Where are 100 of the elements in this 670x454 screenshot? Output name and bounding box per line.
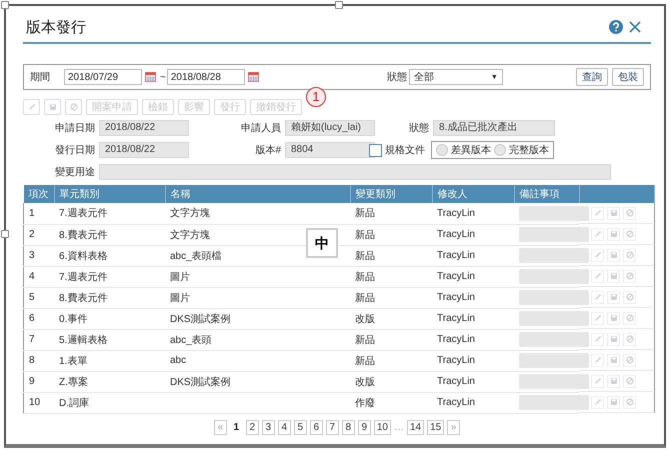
- save-icon: [610, 209, 618, 217]
- remark-field[interactable]: [519, 206, 589, 221]
- page-button[interactable]: 3: [262, 420, 275, 434]
- pencil-icon: [594, 335, 602, 343]
- table-cell: TracyLin: [432, 245, 514, 266]
- date-field[interactable]: 2018/08/28: [166, 69, 245, 85]
- save-button[interactable]: [607, 312, 620, 324]
- remark-field[interactable]: [519, 353, 589, 368]
- status-field[interactable]: 8.成品已批次產出: [433, 120, 555, 136]
- table-cell: 文字方塊: [165, 203, 350, 224]
- save-button[interactable]: [607, 396, 620, 408]
- page-button[interactable]: 5: [294, 420, 307, 434]
- save-button[interactable]: [607, 228, 620, 240]
- spec-doc-checkbox[interactable]: [369, 144, 382, 156]
- table-cell: 新品: [350, 350, 432, 371]
- resize-handle[interactable]: [1, 1, 9, 9]
- resize-handle[interactable]: [335, 1, 343, 9]
- save-button[interactable]: [607, 206, 620, 220]
- field-label: 版本#: [254, 144, 281, 157]
- pencil-button[interactable]: [591, 354, 604, 366]
- ban-button[interactable]: [623, 206, 636, 220]
- page-button[interactable]: 10: [374, 420, 391, 434]
- save-button[interactable]: [607, 354, 620, 366]
- ban-button[interactable]: [623, 248, 636, 262]
- version-field[interactable]: 8804: [285, 142, 375, 158]
- ban-button[interactable]: [623, 374, 636, 388]
- ban-button[interactable]: [623, 332, 636, 346]
- table-cell: 1.表單: [54, 350, 165, 371]
- pagination-ellipsis: …: [394, 422, 404, 432]
- save-icon: [48, 103, 56, 111]
- table-cell: 新品: [350, 266, 432, 287]
- page-button[interactable]: 8: [342, 420, 355, 434]
- pencil-button[interactable]: [591, 206, 604, 220]
- calendar-icon[interactable]: [145, 72, 156, 82]
- ban-button[interactable]: [623, 228, 636, 240]
- save-button[interactable]: [607, 332, 620, 346]
- ban-button[interactable]: [623, 354, 636, 366]
- pencil-button[interactable]: [591, 396, 604, 408]
- pencil-icon: [594, 398, 602, 406]
- remark-field[interactable]: [519, 395, 589, 410]
- table-cell: 8: [24, 350, 54, 371]
- remark-field[interactable]: [519, 269, 589, 284]
- page-button[interactable]: 7: [326, 420, 339, 434]
- page-button[interactable]: 14: [406, 420, 424, 434]
- remark-field[interactable]: [519, 374, 589, 389]
- ban-icon: [626, 398, 634, 406]
- ban-icon: [626, 293, 634, 301]
- ban-icon: [626, 272, 634, 280]
- pencil-button[interactable]: [591, 332, 604, 346]
- range-separator: ~: [160, 72, 166, 82]
- remark-field[interactable]: [519, 311, 589, 326]
- pencil-button[interactable]: [591, 290, 604, 304]
- table-cell: abc: [165, 350, 350, 371]
- resize-handle[interactable]: [1, 230, 9, 238]
- table-cell: TracyLin: [432, 203, 514, 224]
- ban-button[interactable]: [623, 290, 636, 304]
- pencil-button[interactable]: [591, 374, 604, 388]
- save-button[interactable]: [607, 290, 620, 304]
- radio-button[interactable]: [436, 144, 448, 156]
- table-cell: 8.費表元件: [54, 224, 165, 245]
- page-button[interactable]: 2: [246, 420, 259, 434]
- ban-button[interactable]: [623, 396, 636, 408]
- remark-field[interactable]: [519, 290, 589, 305]
- applicant-field[interactable]: 賴妍如(lucy_lai): [285, 120, 375, 136]
- table-cell: TracyLin: [432, 287, 514, 308]
- save-button[interactable]: [607, 248, 620, 262]
- ban-button[interactable]: [623, 270, 636, 282]
- table-cell: TracyLin: [432, 350, 514, 371]
- table-cell: 0.事件: [54, 308, 165, 329]
- save-button[interactable]: [607, 374, 620, 388]
- calendar-icon[interactable]: [248, 72, 259, 82]
- close-icon[interactable]: [629, 21, 641, 33]
- pencil-button[interactable]: [591, 248, 604, 262]
- pencil-button[interactable]: [591, 228, 604, 240]
- save-icon: [610, 314, 618, 322]
- page-button[interactable]: 4: [278, 420, 291, 434]
- apply-date-field[interactable]: 2018/08/22: [99, 120, 189, 136]
- purpose-field[interactable]: [99, 164, 611, 180]
- remark-field[interactable]: [519, 227, 589, 242]
- table-cell: 6: [24, 308, 54, 329]
- action-button[interactable]: 包裝: [612, 68, 644, 86]
- release-date-field[interactable]: 2018/08/22: [99, 142, 189, 158]
- table-cell: TracyLin: [432, 329, 514, 350]
- ban-button[interactable]: [623, 312, 636, 324]
- remark-field[interactable]: [519, 332, 589, 347]
- radio-button[interactable]: [494, 144, 506, 156]
- page-button[interactable]: 9: [358, 420, 371, 434]
- action-button[interactable]: 查詢: [576, 68, 608, 86]
- save-button[interactable]: [607, 270, 620, 282]
- help-icon[interactable]: [609, 20, 623, 34]
- table-cell: TracyLin: [432, 224, 514, 245]
- pencil-button[interactable]: [591, 312, 604, 324]
- page-button[interactable]: 6: [310, 420, 323, 434]
- remark-field[interactable]: [519, 248, 589, 263]
- table-cell: Z.專案: [54, 371, 165, 392]
- page-button[interactable]: 15: [427, 420, 444, 434]
- save-icon: [610, 377, 618, 385]
- save-icon: [610, 272, 618, 280]
- pencil-button[interactable]: [591, 270, 604, 282]
- date-field[interactable]: 2018/07/29: [64, 69, 142, 85]
